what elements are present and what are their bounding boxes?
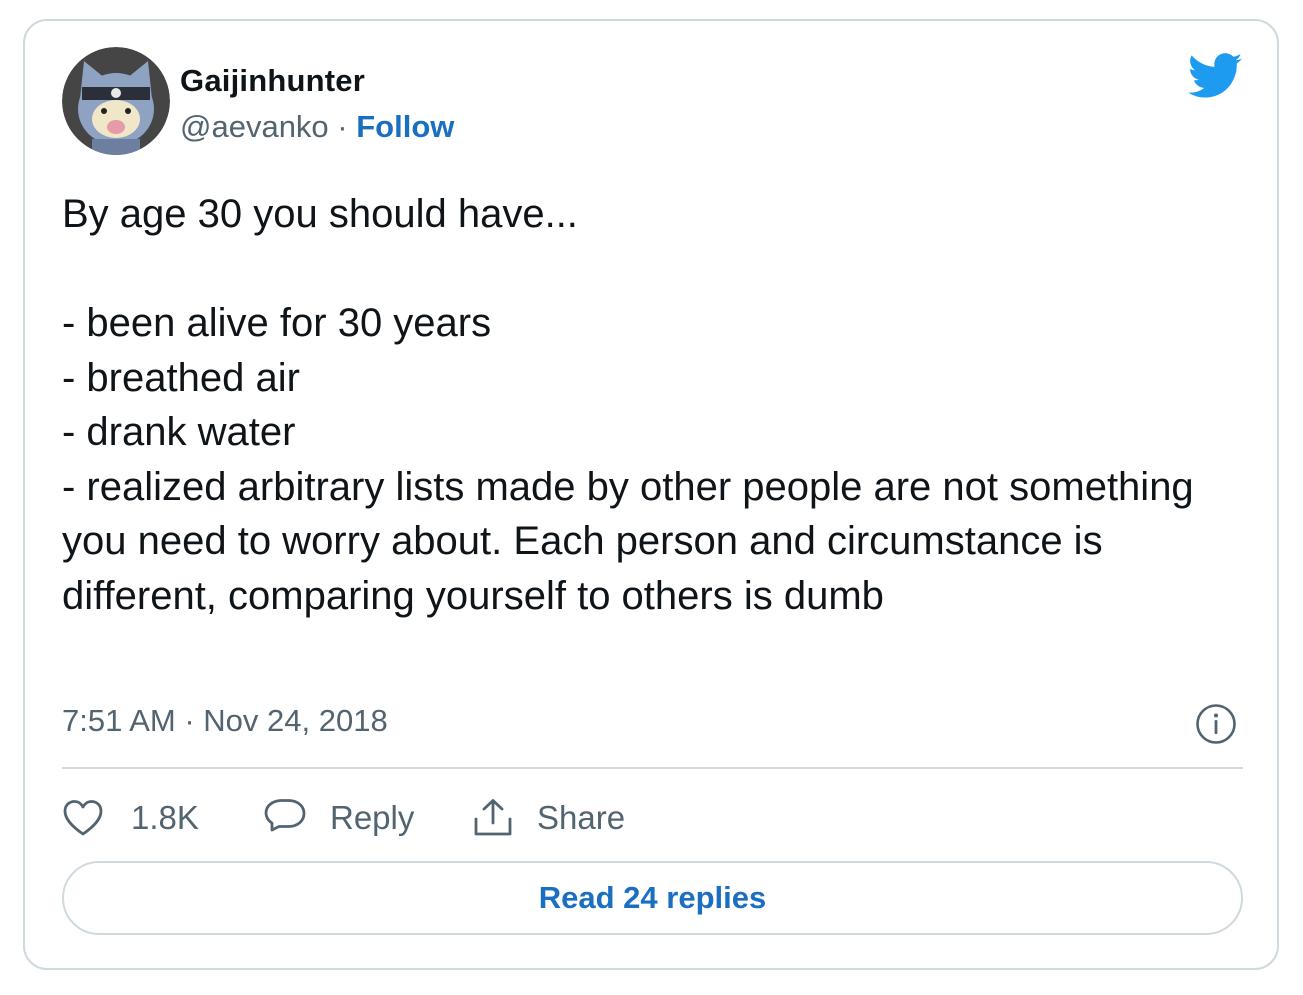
heart-icon [63, 800, 103, 836]
tweet-card: Gaijinhunter @aevanko · Follow By age 30… [23, 19, 1279, 970]
reply-label: Reply [330, 799, 415, 836]
avatar[interactable] [62, 47, 170, 155]
reply-button[interactable]: Reply [263, 796, 414, 840]
read-replies-button[interactable]: Read 24 replies [62, 861, 1243, 935]
info-icon[interactable] [1195, 703, 1237, 745]
handle-separator: · [328, 109, 357, 144]
tweet-text: By age 30 you should have... - been aliv… [62, 192, 1194, 618]
author-display-name[interactable]: Gaijinhunter [180, 63, 365, 99]
twitter-bird-icon[interactable] [1188, 53, 1243, 99]
ninja-cat-avatar-icon [62, 47, 170, 155]
divider [62, 767, 1243, 769]
share-upload-icon [474, 799, 512, 836]
like-button[interactable]: 1.8K [62, 796, 199, 840]
speech-bubble-icon [264, 799, 306, 832]
share-label: Share [537, 799, 626, 836]
author-handle-row: @aevanko · Follow [180, 109, 454, 145]
tweet-timestamp[interactable]: 7:51 AM · Nov 24, 2018 [62, 703, 388, 739]
follow-button[interactable]: Follow [356, 109, 454, 144]
like-count: 1.8K [131, 799, 199, 836]
share-button[interactable]: Share [471, 796, 625, 840]
author-handle[interactable]: @aevanko [180, 109, 329, 144]
